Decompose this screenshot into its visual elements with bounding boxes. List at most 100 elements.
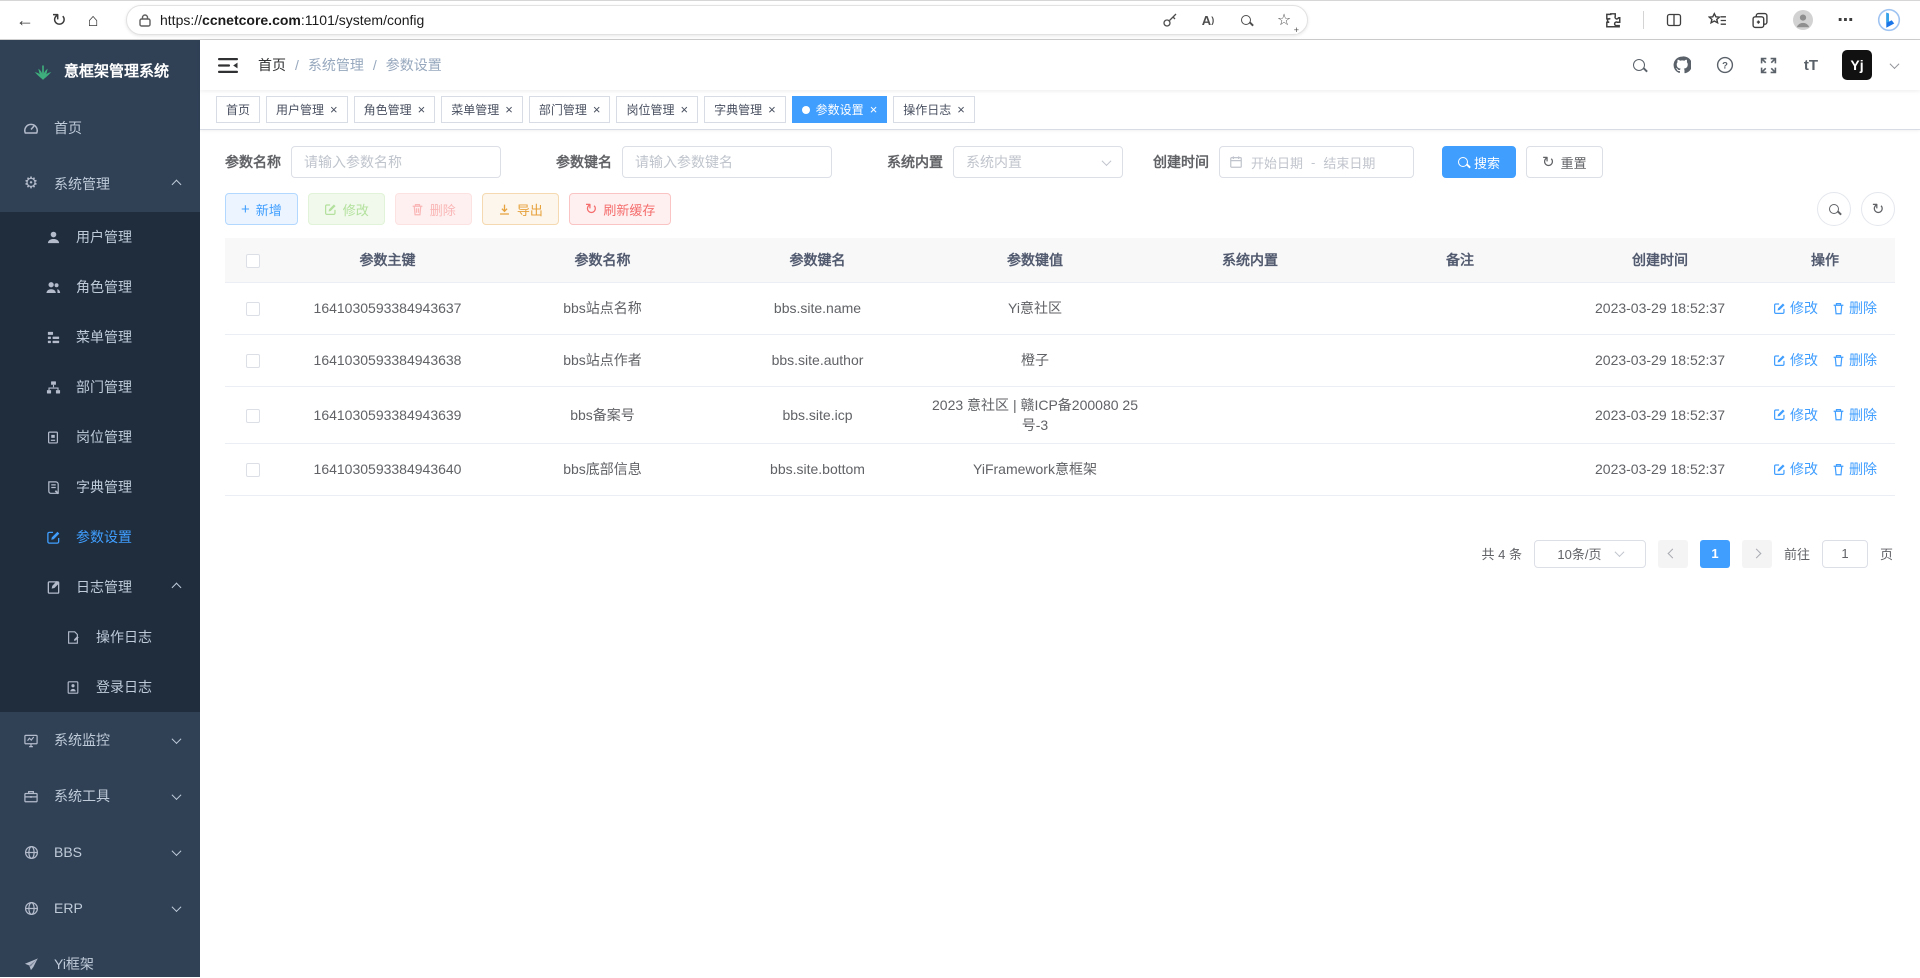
trash-icon	[1832, 463, 1845, 476]
profile-avatar[interactable]	[1790, 7, 1816, 33]
font-size-icon[interactable]: tT	[1799, 53, 1823, 77]
row-checkbox[interactable]	[246, 463, 260, 477]
sidebar-item-user-management[interactable]: 用户管理	[0, 212, 200, 262]
row-checkbox[interactable]	[246, 354, 260, 368]
address-bar[interactable]: https://ccnetcore.com:1101/system/config…	[126, 5, 1308, 35]
collapse-sidebar-icon[interactable]	[218, 55, 240, 75]
edit-row-link[interactable]: 修改	[1773, 459, 1818, 479]
browser-back-button[interactable]: ←	[8, 4, 42, 36]
menu-tree-icon	[44, 330, 62, 345]
header-search-icon[interactable]	[1627, 53, 1651, 77]
new-tab-group-icon[interactable]	[1747, 7, 1773, 33]
show-search-toggle-button[interactable]	[1817, 192, 1851, 226]
browser-menu-icon[interactable]: ⋯	[1833, 7, 1859, 33]
extensions-icon[interactable]	[1600, 7, 1626, 33]
close-icon[interactable]: ×	[680, 103, 688, 116]
edit-button[interactable]: 修改	[308, 193, 385, 225]
sidebar-item-role-management[interactable]: 角色管理	[0, 262, 200, 312]
page-number-button[interactable]: 1	[1700, 540, 1730, 568]
select-all-checkbox[interactable]	[246, 254, 260, 268]
sidebar-item-dict-management[interactable]: 字典管理	[0, 462, 200, 512]
bing-discover-icon[interactable]	[1876, 7, 1902, 33]
read-aloud-icon[interactable]: A)	[1197, 9, 1219, 31]
user-avatar[interactable]: Yj	[1842, 50, 1872, 80]
close-icon[interactable]: ×	[768, 103, 776, 116]
row-checkbox[interactable]	[246, 409, 260, 423]
browser-refresh-button[interactable]: ↻	[42, 4, 76, 36]
delete-button[interactable]: 删除	[395, 193, 472, 225]
dictionary-icon	[44, 480, 62, 495]
tab-menu-management[interactable]: 菜单管理×	[441, 96, 523, 123]
tab-post-management[interactable]: 岗位管理×	[616, 96, 698, 123]
page-size-select[interactable]: 10条/页	[1534, 540, 1646, 568]
sidebar-item-menu-management[interactable]: 菜单管理	[0, 312, 200, 362]
close-icon[interactable]: ×	[330, 103, 338, 116]
builtin-cell	[1145, 282, 1355, 334]
github-icon[interactable]	[1670, 53, 1694, 77]
sidebar-item-home[interactable]: 首页	[0, 100, 200, 156]
sidebar-item-yi-framework[interactable]: Yi框架	[0, 936, 200, 977]
next-page-button[interactable]	[1742, 540, 1772, 568]
close-icon[interactable]: ×	[418, 103, 426, 116]
add-favorite-icon[interactable]: ☆+	[1273, 9, 1295, 31]
refresh-cache-button[interactable]: ↻ 刷新缓存	[569, 193, 672, 225]
search-button[interactable]: 搜索	[1442, 146, 1516, 178]
reset-button[interactable]: ↻ 重置	[1526, 146, 1603, 178]
collections-icon[interactable]	[1704, 7, 1730, 33]
tab-operation-log[interactable]: 操作日志×	[893, 96, 975, 123]
edit-icon	[324, 203, 337, 216]
export-button[interactable]: 导出	[482, 193, 559, 225]
tab-param-settings[interactable]: 参数设置×	[792, 96, 888, 123]
sidebar-item-system-management[interactable]: ⚙ 系统管理	[0, 156, 200, 212]
breadcrumb-home[interactable]: 首页	[258, 55, 286, 75]
zoom-out-icon[interactable]	[1235, 9, 1257, 31]
edit-row-link[interactable]: 修改	[1773, 405, 1818, 425]
delete-row-link[interactable]: 删除	[1832, 350, 1877, 370]
delete-row-link[interactable]: 删除	[1832, 459, 1877, 479]
sidebar-item-login-log[interactable]: 登录日志	[0, 662, 200, 712]
sidebar-item-dept-management[interactable]: 部门管理	[0, 362, 200, 412]
breadcrumb-system[interactable]: 系统管理	[308, 55, 364, 75]
sidebar-item-system-tools[interactable]: 系统工具	[0, 768, 200, 824]
edit-row-link[interactable]: 修改	[1773, 298, 1818, 318]
browser-home-button[interactable]: ⌂	[76, 4, 110, 36]
edit-row-link[interactable]: 修改	[1773, 350, 1818, 370]
tab-home[interactable]: 首页	[216, 96, 260, 123]
add-button[interactable]: +新增	[225, 193, 298, 225]
sidebar-item-param-settings[interactable]: 参数设置	[0, 512, 200, 562]
param-key-input[interactable]	[622, 146, 832, 178]
trash-icon	[1832, 354, 1845, 367]
app-logo[interactable]: 意框架管理系统	[0, 40, 200, 100]
delete-row-link[interactable]: 删除	[1832, 405, 1877, 425]
tab-role-management[interactable]: 角色管理×	[354, 96, 436, 123]
help-icon[interactable]: ?	[1713, 53, 1737, 77]
password-key-icon[interactable]	[1159, 9, 1181, 31]
tab-dict-management[interactable]: 字典管理×	[704, 96, 786, 123]
row-checkbox[interactable]	[246, 302, 260, 316]
sidebar-item-operation-log[interactable]: 操作日志	[0, 612, 200, 662]
date-range-picker[interactable]: 开始日期 - 结束日期	[1219, 146, 1414, 178]
param-name-input[interactable]	[291, 146, 501, 178]
close-icon[interactable]: ×	[593, 103, 601, 116]
close-icon[interactable]: ×	[505, 103, 513, 116]
tab-user-management[interactable]: 用户管理×	[266, 96, 348, 123]
table-row: 1641030593384943638bbs站点作者bbs.site.autho…	[225, 334, 1895, 386]
fullscreen-icon[interactable]	[1756, 53, 1780, 77]
prev-page-button[interactable]	[1658, 540, 1688, 568]
sidebar-item-erp[interactable]: ERP	[0, 880, 200, 936]
builtin-select[interactable]: 系统内置	[953, 146, 1123, 178]
goto-page-input[interactable]	[1822, 540, 1868, 568]
param-id-cell: 1641030593384943639	[280, 386, 495, 443]
sidebar-item-log-management[interactable]: 日志管理	[0, 562, 200, 612]
close-icon[interactable]: ×	[957, 103, 965, 116]
delete-row-link[interactable]: 删除	[1832, 298, 1877, 318]
refresh-table-button[interactable]: ↻	[1861, 192, 1895, 226]
params-table: 参数主键 参数名称 参数键名 参数键值 系统内置 备注 创建时间 操作 1641…	[225, 238, 1895, 496]
sidebar-item-bbs[interactable]: BBS	[0, 824, 200, 880]
sidebar-item-system-monitor[interactable]: 系统监控	[0, 712, 200, 768]
user-menu-caret-icon[interactable]	[1890, 59, 1900, 69]
close-icon[interactable]: ×	[870, 103, 878, 116]
tab-dept-management[interactable]: 部门管理×	[529, 96, 611, 123]
split-screen-icon[interactable]	[1661, 7, 1687, 33]
sidebar-item-post-management[interactable]: 岗位管理	[0, 412, 200, 462]
